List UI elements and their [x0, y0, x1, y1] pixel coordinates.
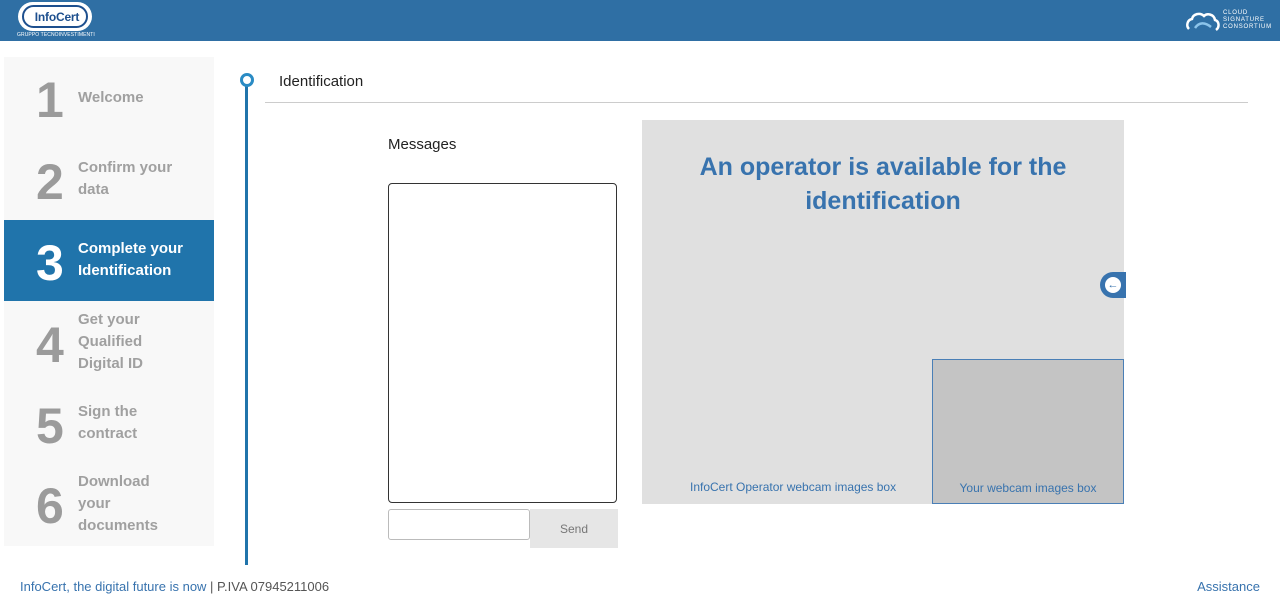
step-welcome[interactable]: 1 Welcome — [4, 57, 214, 137]
step-number: 3 — [36, 235, 64, 291]
collapse-panel-button[interactable]: ← — [1100, 272, 1126, 298]
step-complete-identification[interactable]: 3 Complete your Identification — [4, 220, 214, 301]
message-input[interactable] — [388, 509, 530, 540]
partner-text: CLOUD SIGNATURE CONSORTIUM — [1223, 10, 1272, 30]
step-get-digital-id[interactable]: 4 Get your Qualified Digital ID — [4, 301, 214, 386]
operator-webcam-box: An operator is available for the identif… — [642, 120, 1124, 504]
messages-log[interactable] — [388, 183, 617, 503]
infocert-logo[interactable]: InfoCert GRUPPO TECNOINVESTIMENTI — [17, 2, 95, 38]
step-label: Download your documents — [78, 473, 159, 534]
step-label: Confirm your data — [78, 159, 173, 198]
section-divider — [265, 102, 1248, 103]
assistance-link[interactable]: Assistance — [1197, 579, 1260, 594]
user-webcam-box: Your webcam images box — [932, 359, 1124, 504]
section-title: Identification — [279, 73, 364, 90]
user-webcam-caption: Your webcam images box — [959, 481, 1097, 495]
cloud-icon — [1186, 12, 1220, 31]
step-label: Get your Qualified Digital ID — [78, 311, 144, 372]
step-label: Welcome — [78, 89, 144, 106]
timeline-node-icon — [240, 73, 254, 87]
footer-separator: | — [206, 579, 218, 594]
logo-badge: InfoCert — [18, 2, 92, 31]
operator-availability-message: An operator is available for the identif… — [699, 153, 1067, 215]
send-button[interactable]: Send — [530, 509, 618, 548]
logo-text: InfoCert — [34, 10, 80, 24]
arrow-left-icon: ← — [1105, 277, 1121, 293]
footer-vat: P.IVA 07945211006 — [217, 579, 330, 594]
step-download-documents[interactable]: 6 Download your documents — [4, 461, 214, 546]
step-number: 2 — [36, 154, 64, 210]
footer: InfoCert, the digital future is now | P.… — [20, 579, 329, 594]
step-confirm-data[interactable]: 2 Confirm your data — [4, 137, 214, 219]
step-label: Sign the contract — [78, 403, 138, 442]
operator-webcam-caption: InfoCert Operator webcam images box — [690, 480, 897, 494]
step-number: 6 — [36, 478, 64, 534]
footer-tagline-link[interactable]: InfoCert, the digital future is now — [20, 579, 206, 594]
cloud-signature-consortium-logo[interactable]: CLOUD SIGNATURE CONSORTIUM — [1185, 9, 1275, 35]
step-number: 1 — [36, 72, 64, 128]
step-number: 4 — [36, 317, 64, 373]
step-label: Complete your Identification — [78, 240, 184, 279]
steps-sidebar: 1 Welcome 2 Confirm your data 3 Complete… — [4, 57, 214, 546]
timeline-line — [245, 84, 248, 565]
messages-label: Messages — [388, 136, 457, 153]
step-sign-contract[interactable]: 5 Sign the contract — [4, 386, 214, 461]
step-number: 5 — [36, 398, 64, 454]
top-bar: InfoCert GRUPPO TECNOINVESTIMENTI CLOUD … — [0, 0, 1280, 41]
logo-subtitle: GRUPPO TECNOINVESTIMENTI — [17, 32, 95, 38]
